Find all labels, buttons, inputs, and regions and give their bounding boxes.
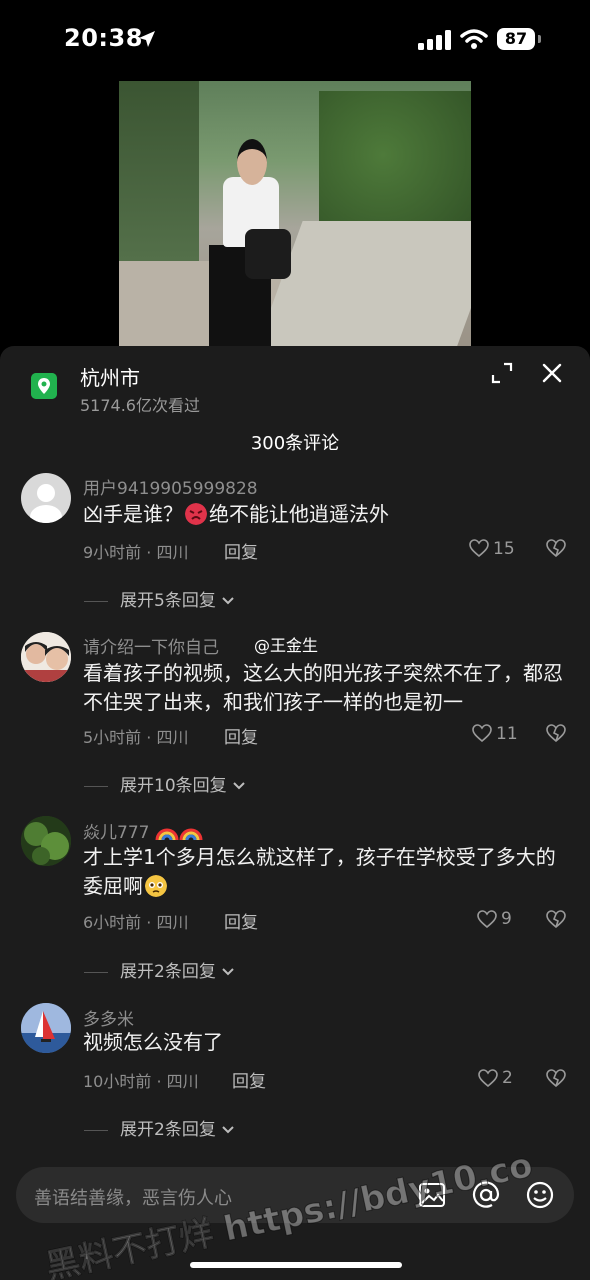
heart-icon[interactable] [469,539,489,557]
comment-meta: 6小时前 · 四川 [83,913,189,932]
video-subject [209,139,291,349]
chevron-down-icon [233,782,245,790]
comment-meta: 10小时前 · 四川 [83,1072,199,1091]
default-avatar-icon [30,484,62,523]
battery-cap [538,35,541,43]
dislike-icon[interactable] [546,1069,566,1087]
reply-button[interactable]: 回复 [224,723,258,748]
chevron-down-icon [222,968,234,976]
battery-icon: 87 [497,28,535,50]
reply-button[interactable]: 回复 [224,538,258,563]
chevron-down-icon [222,597,234,605]
comment-username[interactable]: 用户9419905999828 [83,474,258,499]
location-arrow-icon [139,31,155,47]
angry-face-emoji [185,503,207,525]
video-player[interactable] [119,81,471,349]
emoji-icon[interactable] [526,1181,554,1209]
home-indicator[interactable] [190,1262,402,1268]
like-count: 15 [493,539,515,559]
expand-replies[interactable]: 展开10条回复 [84,771,246,796]
comment-text: 看着孩子的视频，这么大的阳光孩子突然不在了，都忍不住哭了出来，和我们孩子一样的也… [83,661,563,714]
comment-username[interactable]: 请介绍一下你自己 [83,633,219,658]
avatar[interactable] [21,816,71,866]
location-views: 5174.6亿次看过 [80,396,200,415]
signal-icon [418,30,451,50]
expand-replies[interactable]: 展开2条回复 [84,1115,235,1140]
chevron-down-icon [222,1126,234,1134]
location-title[interactable]: 杭州市 [80,362,140,391]
mention-tag[interactable]: @王金生 [254,632,318,656]
expand-icon[interactable] [490,361,514,385]
image-icon[interactable] [418,1181,446,1209]
heart-icon[interactable] [477,910,497,928]
wifi-icon [460,29,488,49]
comment-text: 凶手是谁？ 绝不能让他逍遥法外 [83,502,389,526]
avatar[interactable] [21,1003,71,1053]
comment-username[interactable]: 焱儿777 [83,818,203,843]
reply-button[interactable]: 回复 [224,908,258,933]
comment-meta: 9小时前 · 四川 [83,543,189,562]
like-count: 11 [496,724,518,744]
comment-username[interactable]: 多多米 [83,1005,134,1030]
heart-icon[interactable] [478,1069,498,1087]
rainbow-emoji [155,828,203,841]
at-icon[interactable] [472,1181,500,1209]
close-icon[interactable] [540,361,564,385]
expand-replies[interactable]: 展开2条回复 [84,957,235,982]
comment-text: 才上学1个多月怎么就这样了，孩子在学校受了多大的委屈啊 [83,845,556,898]
status-bar: 20:38 87 [0,0,590,80]
dislike-icon[interactable] [546,910,566,928]
avatar[interactable] [21,632,71,682]
reply-button[interactable]: 回复 [232,1067,266,1092]
pleading-face-emoji [145,875,167,897]
expand-replies[interactable]: 展开5条回复 [84,586,235,611]
like-count: 9 [501,909,512,929]
map-pin-icon [31,373,57,399]
comment-meta: 5小时前 · 四川 [83,728,189,747]
comment-text: 视频怎么没有了 [83,1030,223,1054]
heart-icon[interactable] [472,724,492,742]
avatar[interactable] [21,473,71,523]
dislike-icon[interactable] [546,724,566,742]
dislike-icon[interactable] [546,539,566,557]
status-time: 20:38 [64,24,143,52]
comment-count: 300条评论 [250,433,340,454]
like-count: 2 [502,1068,513,1088]
comment-input-placeholder: 善语结善缘，恶言伤人心 [34,1188,232,1209]
